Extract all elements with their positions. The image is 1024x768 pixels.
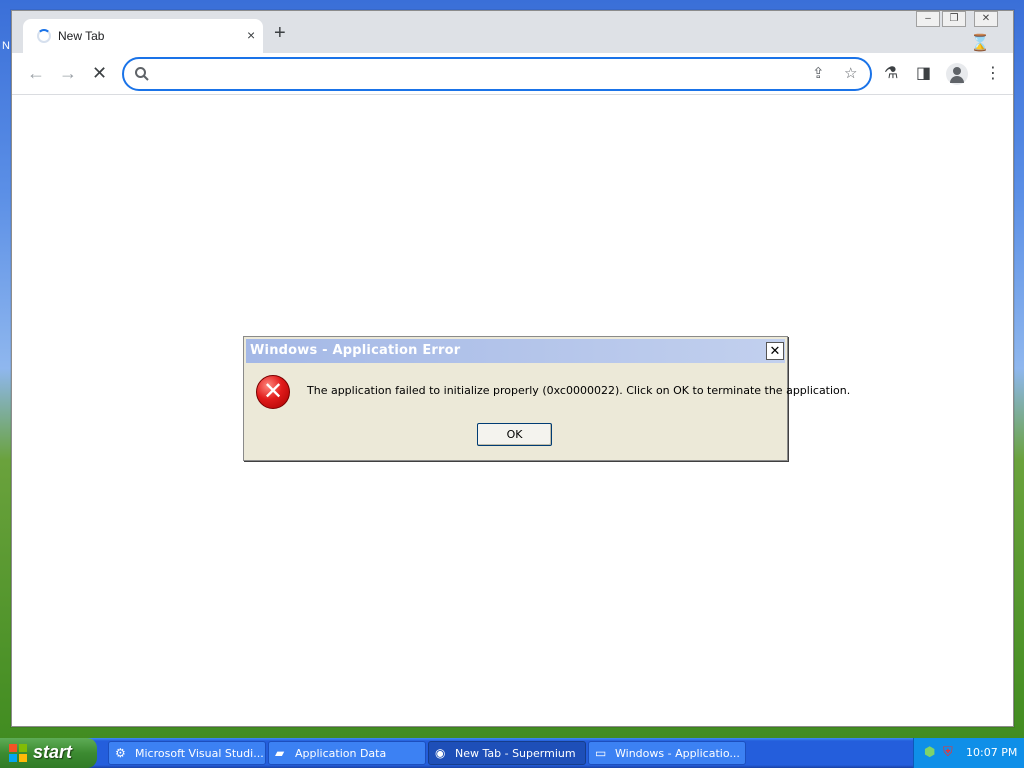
tab-close-icon[interactable]: ×	[247, 27, 255, 43]
start-button[interactable]: start	[0, 738, 97, 768]
windows-logo-icon	[9, 744, 27, 762]
tab-new-tab[interactable]: New Tab ×	[23, 19, 263, 53]
search-icon	[135, 67, 149, 81]
address-input[interactable]	[160, 64, 800, 84]
folder-icon: ▰	[275, 746, 285, 760]
tab-title: New Tab	[58, 29, 105, 43]
busy-cursor-icon: ⌛	[970, 35, 990, 52]
tab-strip: New Tab × + – ❐ ✕ ⌛	[12, 11, 1013, 53]
clock: 10:07 PM	[966, 746, 1018, 759]
new-tab-button[interactable]: +	[274, 23, 286, 43]
browser-icon: ◉	[435, 746, 446, 760]
menu-kebab-icon[interactable]: ⋮	[985, 64, 1001, 84]
back-arrow-icon[interactable]: ←	[27, 62, 45, 84]
network-tray-icon[interactable]: ⬢	[924, 745, 935, 759]
side-panel-icon[interactable]: ◨	[916, 64, 931, 84]
dialog-titlebar[interactable]: Windows - Application Error ✕	[246, 339, 785, 363]
stop-loading-icon[interactable]: ✕	[92, 62, 107, 84]
forward-arrow-icon[interactable]: →	[59, 62, 77, 84]
start-label: start	[33, 742, 73, 762]
restore-button[interactable]: ❐	[942, 11, 966, 27]
error-icon: ✕	[256, 375, 290, 409]
taskbar-item-label: Windows - Applicatio...	[615, 747, 740, 760]
application-error-dialog: Windows - Application Error ✕ ✕ The appl…	[243, 336, 850, 461]
taskbar: start ⚙ Microsoft Visual Studi... ▰ Appl…	[0, 738, 1024, 768]
profile-avatar-icon[interactable]	[946, 63, 968, 85]
taskbar-item-visual-studio[interactable]: ⚙ Microsoft Visual Studi...	[108, 741, 266, 765]
minimize-button[interactable]: –	[916, 11, 940, 27]
taskbar-item-new-tab-supermium[interactable]: ◉ New Tab - Supermium	[428, 741, 586, 765]
visual-studio-icon: ⚙	[115, 746, 126, 760]
desktop-shortcut-label: N	[2, 40, 10, 52]
window-close-button[interactable]: ✕	[974, 11, 998, 27]
labs-flask-icon[interactable]: ⚗	[884, 64, 898, 84]
system-tray: ⬢ ⛨ 10:07 PM	[913, 738, 1024, 768]
security-shield-icon[interactable]: ⛨	[943, 745, 953, 759]
dialog-title: Windows - Application Error	[250, 343, 461, 358]
address-bar[interactable]: ⇪ ☆	[122, 57, 872, 91]
browser-toolbar: ← → ✕ ⇪ ☆ ⚗ ◨ ⋮	[12, 53, 1013, 95]
taskbar-item-application-data[interactable]: ▰ Application Data	[268, 741, 426, 765]
taskbar-item-application-error[interactable]: ▭ Windows - Applicatio...	[588, 741, 746, 765]
taskbar-item-label: New Tab - Supermium	[455, 747, 576, 760]
bookmark-star-icon[interactable]: ☆	[844, 65, 857, 83]
taskbar-item-label: Application Data	[295, 747, 387, 760]
loading-spinner-icon	[37, 29, 51, 43]
ok-button[interactable]: OK	[477, 423, 552, 446]
share-icon[interactable]: ⇪	[812, 65, 825, 83]
dialog-close-button[interactable]: ✕	[766, 342, 784, 360]
taskbar-item-label: Microsoft Visual Studi...	[135, 747, 264, 760]
window-icon: ▭	[595, 746, 607, 760]
error-message: The application failed to initialize pro…	[307, 384, 851, 397]
